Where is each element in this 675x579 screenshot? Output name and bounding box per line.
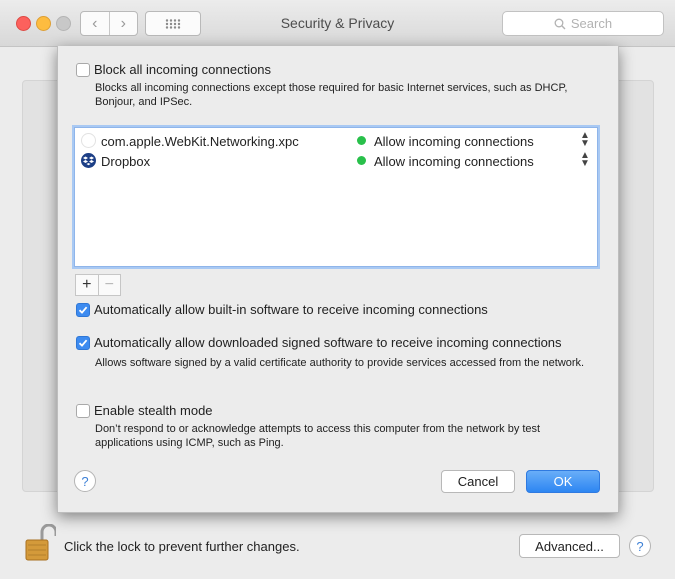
status-popup-chevrons-icon[interactable]: ▲ ▼: [580, 151, 590, 169]
search-field[interactable]: Search: [502, 11, 664, 36]
dropbox-app-icon: [81, 153, 96, 168]
checkmark-icon: [78, 339, 88, 347]
list-item[interactable]: Dropbox Allow incoming connections ▲ ▼: [75, 151, 597, 171]
lock-message: Click the lock to prevent further change…: [64, 539, 300, 554]
auto-signed-label: Automatically allow downloaded signed so…: [94, 335, 562, 350]
status-popup-chevrons-icon[interactable]: ▲ ▼: [580, 131, 590, 149]
preferences-window: ‹ › Security & Privacy Search Click the …: [0, 0, 675, 579]
auto-builtin-label: Automatically allow built-in software to…: [94, 302, 488, 317]
lock-button[interactable]: [22, 523, 58, 562]
stealth-mode-checkbox[interactable]: [76, 404, 90, 418]
cancel-button[interactable]: Cancel: [441, 470, 515, 493]
ok-button[interactable]: OK: [526, 470, 600, 493]
connection-status: Allow incoming connections: [374, 154, 534, 169]
webkit-app-icon: [81, 133, 96, 148]
app-list[interactable]: com.apple.WebKit.Networking.xpc Allow in…: [74, 127, 598, 267]
allow-status-dot: [357, 136, 366, 145]
allow-status-dot: [357, 156, 366, 165]
add-remove-control: + −: [75, 274, 121, 296]
add-app-button[interactable]: +: [76, 275, 99, 295]
unlocked-padlock-icon: [25, 523, 58, 561]
title-bar: ‹ › Security & Privacy Search: [0, 0, 675, 47]
stealth-mode-label: Enable stealth mode: [94, 403, 213, 418]
auto-signed-checkbox[interactable]: [76, 336, 90, 350]
auto-builtin-checkbox[interactable]: [76, 303, 90, 317]
list-item[interactable]: com.apple.WebKit.Networking.xpc Allow in…: [75, 131, 597, 151]
footer-help-button[interactable]: ?: [629, 535, 651, 557]
dropbox-logo-icon: [83, 156, 94, 166]
search-placeholder: Search: [570, 16, 613, 31]
app-name: Dropbox: [101, 154, 151, 169]
block-all-description: Blocks all incoming connections except t…: [95, 82, 568, 108]
search-icon: [554, 18, 566, 29]
connection-status: Allow incoming connections: [374, 134, 534, 149]
stealth-mode-description: Don’t respond to or acknowledge attempts…: [95, 423, 541, 449]
advanced-button[interactable]: Advanced...: [519, 534, 620, 558]
app-name: com.apple.WebKit.Networking.xpc: [101, 134, 299, 149]
sheet-help-button[interactable]: ?: [74, 470, 96, 492]
block-all-label: Block all incoming connections: [94, 62, 272, 77]
auto-signed-description: Allows software signed by a valid certif…: [95, 357, 585, 369]
checkmark-icon: [78, 306, 88, 314]
block-all-checkbox[interactable]: [76, 63, 90, 77]
remove-app-button[interactable]: −: [99, 275, 121, 295]
